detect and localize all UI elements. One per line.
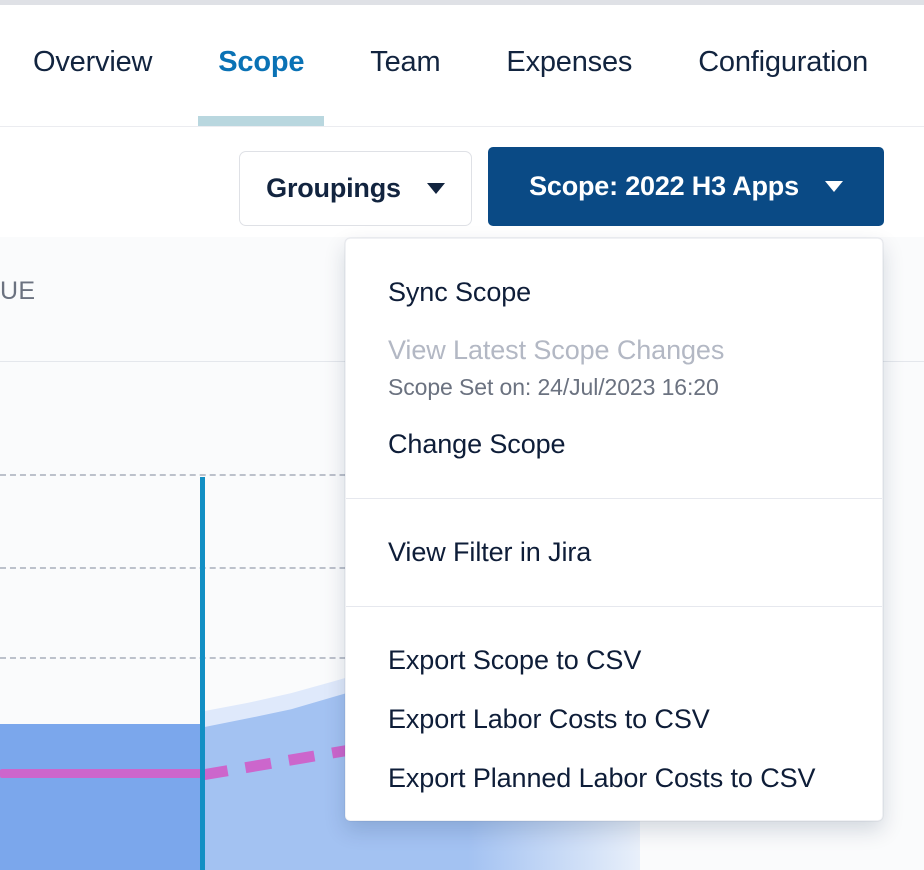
tab-team-label: Team <box>370 46 440 78</box>
app-root: Overview Scope Team Expenses Configurati… <box>0 0 924 870</box>
menu-item-label: Change Scope <box>388 429 565 459</box>
scope-button-label: Scope: 2022 H3 Apps <box>529 171 799 202</box>
menu-item-export-scope-to-csv[interactable]: Export Scope to CSV <box>346 607 882 706</box>
tab-configuration-label: Configuration <box>698 46 868 78</box>
menu-item-sync-scope[interactable]: Sync Scope <box>346 239 882 337</box>
tab-overview[interactable]: Overview <box>0 5 185 126</box>
tab-scope[interactable]: Scope <box>185 5 337 126</box>
scope-dropdown-menu: Sync Scope View Latest Scope Changes Sco… <box>345 238 883 821</box>
chart-axis-label: UE <box>0 277 35 306</box>
menu-item-change-scope[interactable]: Change Scope <box>346 431 882 498</box>
menu-item-label: Export Planned Labor Costs to CSV <box>388 763 815 793</box>
menu-item-label: Export Scope to CSV <box>388 645 641 675</box>
menu-item-export-labor-costs-to-csv[interactable]: Export Labor Costs to CSV <box>346 706 882 765</box>
menu-item-label: View Filter in Jira <box>388 537 591 567</box>
tab-team[interactable]: Team <box>337 5 473 126</box>
scope-dropdown-button[interactable]: Scope: 2022 H3 Apps <box>488 147 884 226</box>
menu-item-label: Sync Scope <box>388 277 531 307</box>
menu-section-scope: Sync Scope View Latest Scope Changes Sco… <box>346 239 882 498</box>
main-tab-bar: Overview Scope Team Expenses Configurati… <box>0 5 924 127</box>
tab-list: Overview Scope Team Expenses Configurati… <box>0 5 901 126</box>
chevron-down-icon <box>427 183 445 194</box>
menu-section-exports: Export Scope to CSV Export Labor Costs t… <box>346 607 882 821</box>
tab-expenses-label: Expenses <box>506 46 632 78</box>
area-actual-scope <box>0 724 204 870</box>
tab-configuration[interactable]: Configuration <box>665 5 901 126</box>
menu-item-label: Export Labor Costs to CSV <box>388 704 710 734</box>
groupings-dropdown-button[interactable]: Groupings <box>239 151 472 226</box>
menu-item-view-filter-in-jira[interactable]: View Filter in Jira <box>346 499 882 606</box>
menu-scope-set-on-text: Scope Set on: 24/Jul/2023 16:20 <box>346 374 882 431</box>
chevron-down-icon <box>825 181 843 192</box>
menu-item-view-latest-scope-changes: View Latest Scope Changes <box>346 337 882 374</box>
trend-line-actual <box>0 769 206 778</box>
tab-scope-label: Scope <box>218 46 304 78</box>
menu-item-export-planned-labor-costs-to-csv[interactable]: Export Planned Labor Costs to CSV <box>346 765 882 821</box>
today-marker-line <box>200 477 205 870</box>
tab-expenses[interactable]: Expenses <box>473 5 665 126</box>
menu-item-label: View Latest Scope Changes <box>388 335 724 365</box>
groupings-button-label: Groupings <box>266 173 401 204</box>
tab-overview-label: Overview <box>33 46 152 78</box>
menu-section-jira: View Filter in Jira <box>346 499 882 606</box>
tab-active-underline <box>198 116 324 126</box>
